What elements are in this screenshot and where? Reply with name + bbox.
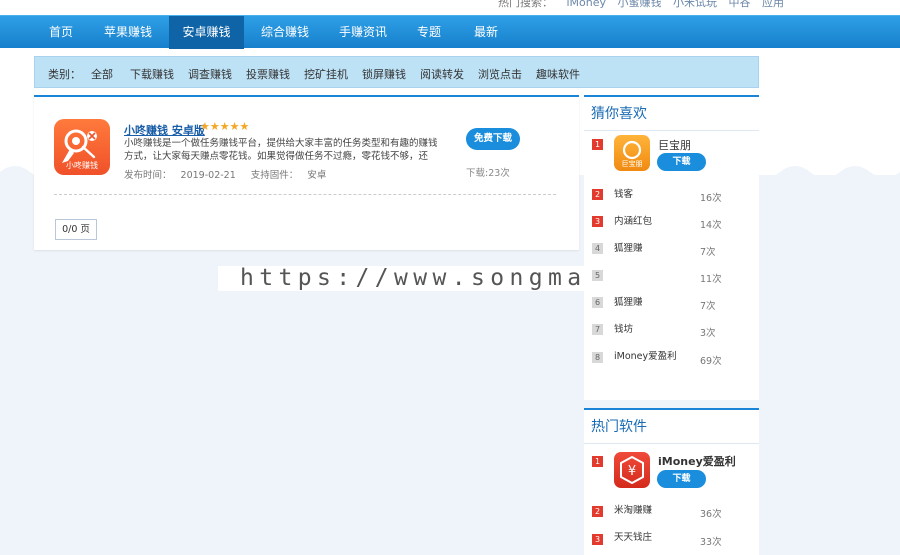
guess-title: 猜你喜欢 bbox=[584, 97, 759, 131]
hot-search-link[interactable]: 中谷 bbox=[729, 0, 751, 9]
rank-badge: 6 bbox=[592, 297, 603, 308]
list-item-name[interactable]: 天天钱庄 bbox=[614, 529, 652, 543]
category-survey[interactable]: 调查赚钱 bbox=[188, 66, 232, 82]
rank-badge: 8 bbox=[592, 352, 603, 363]
xiaodong-app-icon[interactable]: 小咚赚钱 bbox=[54, 119, 110, 175]
featured-download-button[interactable]: 下载 bbox=[657, 153, 706, 171]
rank-badge: 2 bbox=[592, 506, 603, 517]
rank-badge: 5 bbox=[592, 270, 603, 281]
app-list-panel: 小咚赚钱 小咚赚钱 安卓版 ★★★★★ 小咚赚钱是一个做任务赚钱平台，提供给大家… bbox=[34, 95, 579, 250]
divider bbox=[54, 194, 556, 195]
hot-search-links: 热门搜索： iMoney 小蜜赚钱 小米试玩 中谷 应用 bbox=[498, 0, 792, 10]
category-lockscreen[interactable]: 锁屏赚钱 bbox=[362, 66, 406, 82]
app-title-link[interactable]: 小咚赚钱 安卓版 bbox=[124, 122, 205, 138]
rank-badge: 2 bbox=[592, 189, 603, 200]
featured-app-name[interactable]: iMoney爱盈利 bbox=[658, 453, 736, 469]
rank-badge: 1 bbox=[592, 456, 603, 467]
pagination[interactable]: 0/0 页 bbox=[55, 219, 97, 240]
rank-badge: 3 bbox=[592, 216, 603, 227]
hot-search-link[interactable]: 应用 bbox=[762, 0, 784, 9]
list-item-count: 7次 bbox=[700, 247, 716, 258]
hot-search-link[interactable]: 小蜜赚钱 bbox=[618, 0, 662, 9]
list-item-count: 3次 bbox=[700, 328, 716, 339]
hot-search-link[interactable]: iMoney bbox=[567, 0, 607, 9]
svg-text:¥: ¥ bbox=[628, 464, 636, 479]
list-item-name[interactable]: 狐狸赚 bbox=[614, 240, 643, 254]
nav-item-apple[interactable]: 苹果赚钱 bbox=[92, 16, 164, 49]
main-nav: 首页 苹果赚钱 安卓赚钱 综合赚钱 手赚资讯 专题 最新 bbox=[0, 15, 900, 49]
list-item-count: 36次 bbox=[700, 509, 722, 520]
nav-item-android[interactable]: 安卓赚钱 bbox=[169, 16, 244, 49]
hot-title: 热门软件 bbox=[584, 410, 759, 444]
list-item-count: 69次 bbox=[700, 356, 722, 367]
hot-software-panel: 热门软件 1 ¥ iMoney爱盈利 下载 2 米淘赚赚 36次 3 天天钱庄 … bbox=[584, 408, 759, 555]
category-vote[interactable]: 投票赚钱 bbox=[246, 66, 290, 82]
guess-you-like-panel: 猜你喜欢 1 巨宝朋 巨宝朋 下载 2 钱客 16次 3 内涵红包 14次 4 … bbox=[584, 95, 759, 400]
free-download-button[interactable]: 免费下载 bbox=[466, 128, 520, 150]
list-item-count: 7次 bbox=[700, 301, 716, 312]
yuan-shield-app-icon[interactable]: ¥ bbox=[614, 452, 650, 488]
rank-badge: 7 bbox=[592, 324, 603, 335]
list-item-name[interactable]: 狐狸赚 bbox=[614, 294, 643, 308]
featured-app-name[interactable]: 巨宝朋 bbox=[658, 137, 691, 153]
firmware-value: 安卓 bbox=[307, 170, 327, 181]
nav-item-general[interactable]: 综合赚钱 bbox=[249, 16, 321, 49]
nav-item-latest[interactable]: 最新 bbox=[461, 16, 511, 49]
rank-badge: 1 bbox=[592, 139, 603, 150]
app-meta: 发布时间： 2019-02-21 支持固件： 安卓 bbox=[124, 167, 332, 181]
release-date: 2019-02-21 bbox=[180, 170, 236, 181]
list-item-name[interactable]: iMoney爱盈利 bbox=[614, 348, 677, 362]
list-item-count: 11次 bbox=[700, 274, 722, 285]
list-item-count: 33次 bbox=[700, 537, 722, 548]
hot-search-link[interactable]: 小米试玩 bbox=[673, 0, 717, 9]
hot-search-label: 热门搜索： bbox=[498, 0, 553, 9]
category-reading[interactable]: 阅读转发 bbox=[420, 66, 464, 82]
category-all[interactable]: 全部 bbox=[91, 66, 113, 82]
featured-icon-caption: 巨宝朋 bbox=[622, 159, 643, 168]
app-description: 小咚赚钱是一个做任务赚钱平台，提供给大家丰富的任务类型和有趣的赚钱方式，让大家每… bbox=[124, 138, 438, 162]
app-icon-caption: 小咚赚钱 bbox=[66, 161, 98, 170]
jubaopeng-app-icon[interactable]: 巨宝朋 bbox=[614, 135, 650, 171]
nav-item-home[interactable]: 首页 bbox=[37, 16, 85, 49]
list-item-count: 16次 bbox=[700, 193, 722, 204]
category-mining[interactable]: 挖矿挂机 bbox=[304, 66, 348, 82]
list-item-count: 14次 bbox=[700, 220, 722, 231]
list-item-name[interactable]: 内涵红包 bbox=[614, 213, 652, 227]
rating-stars-icon: ★★★★★ bbox=[200, 120, 250, 133]
download-count: 下载:23次 bbox=[466, 168, 510, 179]
category-fun[interactable]: 趣味软件 bbox=[536, 66, 580, 82]
date-label: 发布时间： bbox=[124, 170, 172, 181]
category-browsing[interactable]: 浏览点击 bbox=[478, 66, 522, 82]
category-filter-bar: 类别： 全部 下载赚钱 调查赚钱 投票赚钱 挖矿挂机 锁屏赚钱 阅读转发 浏览点… bbox=[34, 56, 759, 88]
nav-item-news[interactable]: 手赚资讯 bbox=[327, 16, 399, 49]
featured-download-button[interactable]: 下载 bbox=[657, 470, 706, 488]
list-item-name[interactable]: 钱客 bbox=[614, 186, 633, 200]
rank-badge: 3 bbox=[592, 534, 603, 545]
list-item-name[interactable]: 钱坊 bbox=[614, 321, 633, 335]
category-download[interactable]: 下载赚钱 bbox=[130, 66, 174, 82]
firmware-label: 支持固件： bbox=[250, 170, 299, 181]
list-item-name[interactable]: 米淘赚赚 bbox=[614, 502, 652, 516]
category-label: 类别： bbox=[48, 68, 81, 81]
top-search-bar: 热门搜索： iMoney 小蜜赚钱 小米试玩 中谷 应用 bbox=[0, 0, 900, 15]
nav-item-topics[interactable]: 专题 bbox=[404, 16, 454, 49]
rank-badge: 4 bbox=[592, 243, 603, 254]
